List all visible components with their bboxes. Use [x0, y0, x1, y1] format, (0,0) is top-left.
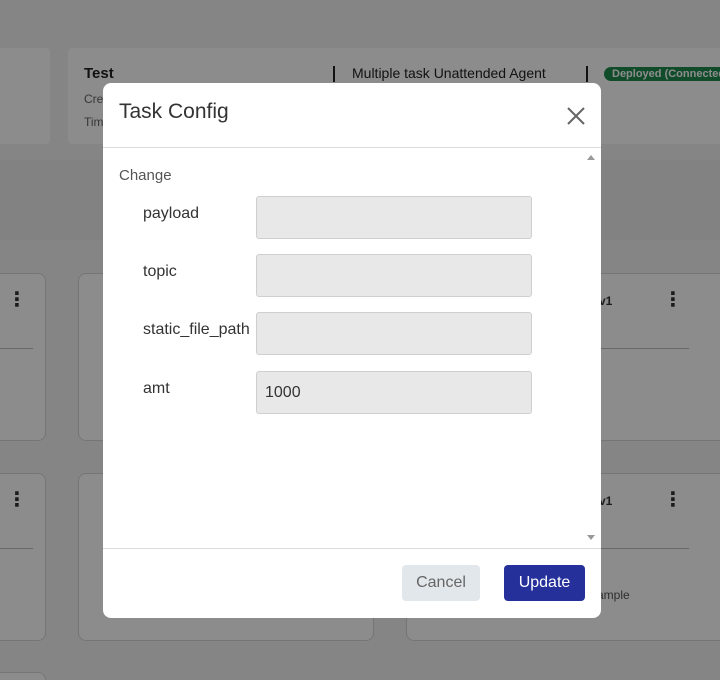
close-icon[interactable] [563, 103, 589, 129]
field-label-amt: amt [143, 380, 170, 397]
topic-input[interactable] [256, 254, 532, 297]
update-button[interactable]: Update [504, 565, 585, 601]
close-button[interactable] [563, 103, 589, 129]
dialog-body[interactable]: Change payload topic static_file_path am… [103, 149, 601, 549]
scroll-down-arrow-icon[interactable] [587, 535, 595, 540]
field-label-payload: payload [143, 205, 200, 222]
dialog-footer: Cancel Update [103, 548, 601, 618]
payload-input[interactable] [256, 196, 532, 239]
field-label-static-file-path: static_file_path [143, 321, 250, 338]
dialog-header: Task Config [103, 83, 601, 148]
scroll-up-arrow-icon[interactable] [587, 155, 595, 160]
dialog-title: Task Config [119, 100, 229, 123]
field-label-topic: topic [143, 263, 177, 280]
cancel-button[interactable]: Cancel [402, 565, 480, 601]
section-label: Change [119, 167, 172, 184]
static-file-path-input[interactable] [256, 312, 532, 355]
amt-input[interactable] [256, 371, 532, 414]
task-config-dialog: Task Config Change payload topic static_… [103, 83, 601, 618]
